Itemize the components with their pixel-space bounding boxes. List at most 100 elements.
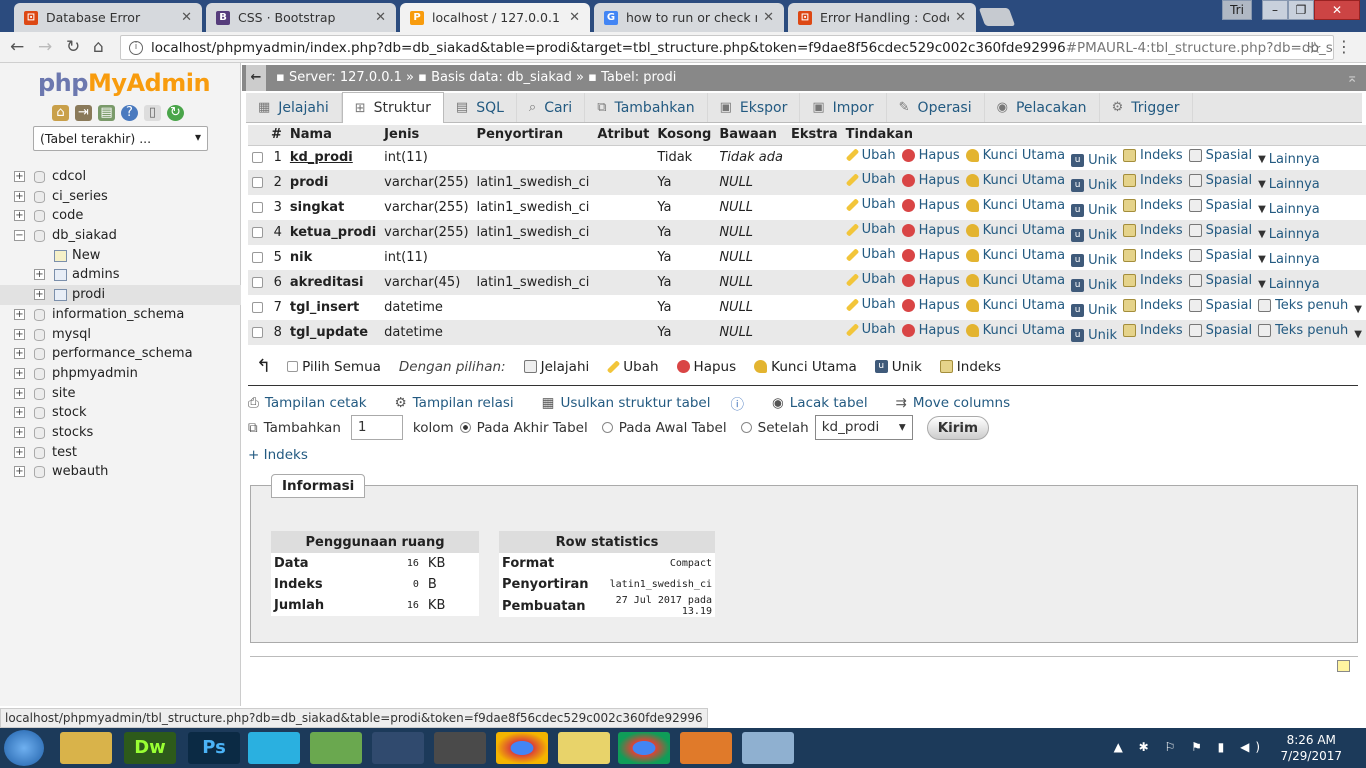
tree-item-admins[interactable]: + admins	[0, 265, 241, 285]
explorer-taskbar-icon[interactable]	[60, 732, 112, 764]
browser-tab-0[interactable]: ⊡ Database Error ✕	[14, 3, 202, 32]
tab-trigger[interactable]: ⚙ Trigger	[1100, 93, 1193, 122]
at-end-radio[interactable]	[459, 422, 471, 433]
unique-button[interactable]: u Unik	[1071, 228, 1117, 243]
spatial-button[interactable]: Spasial	[1188, 323, 1252, 338]
tree-item-site[interactable]: + site	[0, 384, 241, 404]
expand-icon[interactable]: +	[34, 289, 45, 301]
expand-icon[interactable]: +	[14, 328, 25, 340]
select-all[interactable]: Pilih Semua	[287, 359, 381, 375]
track-table-link[interactable]: ◉ Lacak tabel	[772, 393, 882, 413]
row-checkbox[interactable]	[252, 202, 263, 213]
expand-icon[interactable]: +	[14, 426, 25, 438]
tab-cari[interactable]: ⌕ Cari	[517, 93, 586, 122]
tab-impor[interactable]: ▣ Impor	[800, 93, 887, 122]
system-tray[interactable]: ▲ ✱ ⚐ ⚑ ▮ ◀)	[1114, 740, 1266, 754]
tree-item-information-schema[interactable]: + information_schema	[0, 305, 241, 325]
notes-taskbar-icon[interactable]	[558, 732, 610, 764]
more-button[interactable]: ▼Lainnya	[1258, 202, 1320, 217]
menu-icon[interactable]: ⋮	[1336, 37, 1352, 56]
index-button[interactable]: Indeks	[1123, 323, 1183, 338]
tree-item-db-siakad[interactable]: − db_siakad	[0, 226, 241, 246]
start-button[interactable]	[4, 730, 44, 766]
unique-button[interactable]: u Unik	[1071, 278, 1117, 293]
tree-item-mysql[interactable]: + mysql	[0, 325, 241, 345]
tab-operasi[interactable]: ✎ Operasi	[887, 93, 985, 122]
unique-button[interactable]: u Unik	[1071, 153, 1117, 168]
tab-pelacakan[interactable]: ◉ Pelacakan	[985, 93, 1100, 122]
tree-item-test[interactable]: + test	[0, 443, 241, 463]
primary-key-button[interactable]: Kunci Utama	[965, 248, 1065, 263]
index-button[interactable]: Indeks	[1123, 148, 1183, 163]
edit-button[interactable]: Ubah	[845, 172, 896, 187]
bookmark-star-icon[interactable]: ☆	[1308, 38, 1322, 57]
sublime-taskbar-icon[interactable]	[434, 732, 486, 764]
index-button[interactable]: Indeks	[1123, 298, 1183, 313]
primary-key-button[interactable]: Kunci Utama	[965, 273, 1065, 288]
browser-tab-3[interactable]: G how to run or check moc ✕	[594, 3, 784, 32]
recent-tables-select[interactable]: (Tabel terakhir) ...	[33, 126, 208, 151]
forward-icon[interactable]: →	[38, 37, 52, 57]
bulk-drop-button[interactable]: Hapus	[676, 359, 736, 375]
logout-icon[interactable]: ⇥	[75, 105, 92, 121]
index-button[interactable]: Indeks	[1123, 198, 1183, 213]
expand-icon[interactable]: +	[14, 171, 25, 182]
after-radio[interactable]	[740, 422, 752, 433]
edit-button[interactable]: Ubah	[845, 197, 896, 212]
dreamweaver-taskbar-icon[interactable]: Dw	[124, 732, 176, 764]
expand-icon[interactable]: +	[14, 348, 25, 360]
home-icon[interactable]: ⌂	[93, 37, 104, 57]
add-index-link[interactable]: + Indeks	[248, 447, 308, 463]
browser-tab-1[interactable]: B CSS · Bootstrap ✕	[206, 3, 396, 32]
collapse-icon[interactable]: −	[14, 230, 25, 242]
app-taskbar-icon[interactable]	[310, 732, 362, 764]
app-taskbar-icon[interactable]	[248, 732, 300, 764]
drop-button[interactable]: Hapus	[901, 248, 960, 263]
close-icon[interactable]: ✕	[181, 10, 192, 25]
index-button[interactable]: Indeks	[1123, 223, 1183, 238]
more-button[interactable]: ▼Lainnya	[1258, 227, 1320, 242]
column-count-input[interactable]: 1	[350, 415, 403, 440]
edit-button[interactable]: Ubah	[845, 247, 896, 262]
index-button[interactable]: Indeks	[1123, 273, 1183, 288]
index-button[interactable]: Indeks	[1123, 248, 1183, 263]
expand-icon[interactable]: +	[14, 308, 25, 320]
tab-ekspor[interactable]: ▣ Ekspor	[708, 93, 801, 122]
close-icon[interactable]: ✕	[569, 10, 580, 25]
after-column-select[interactable]: kd_prodi	[814, 415, 913, 440]
edit-button[interactable]: Ubah	[845, 272, 896, 287]
tab-jelajahi[interactable]: ▦ Jelajahi	[246, 93, 342, 122]
at-begin-radio[interactable]	[601, 422, 613, 433]
sql-query-icon[interactable]: ▤	[98, 105, 115, 121]
tree-item-stocks[interactable]: + stocks	[0, 423, 241, 443]
unique-button[interactable]: u Unik	[1071, 328, 1117, 343]
paint-taskbar-icon[interactable]	[742, 732, 794, 764]
more-button[interactable]: ▼Lainnya	[1258, 252, 1320, 267]
edit-button[interactable]: Ubah	[845, 322, 896, 337]
index-button[interactable]: Indeks	[1123, 173, 1183, 188]
relation-view-link[interactable]: ⚙ Tampilan relasi	[395, 393, 528, 413]
spatial-button[interactable]: Spasial	[1188, 248, 1252, 263]
breadcrumb-table[interactable]: Tabel: prodi	[601, 70, 676, 85]
row-checkbox[interactable]	[252, 302, 263, 313]
move-columns-link[interactable]: ⇉ Move columns	[896, 393, 1025, 413]
expand-icon[interactable]: +	[14, 367, 25, 379]
print-view-link[interactable]: ⎙ Tampilan cetak	[248, 393, 381, 413]
primary-key-button[interactable]: Kunci Utama	[965, 323, 1065, 338]
browser-tab-2[interactable]: P localhost / 127.0.0.1 / db ✕	[400, 3, 590, 32]
drop-button[interactable]: Hapus	[901, 273, 960, 288]
phpmyadmin-logo[interactable]: phpMyAdmin	[38, 69, 211, 97]
fulltext-button[interactable]: Teks penuh	[1258, 323, 1348, 338]
spatial-button[interactable]: Spasial	[1188, 148, 1252, 163]
bulk-index-button[interactable]: Indeks	[939, 359, 1001, 375]
bulk-browse-button[interactable]: Jelajahi	[523, 359, 589, 375]
row-checkbox[interactable]	[252, 277, 263, 288]
browser-tab-4[interactable]: ⊡ Error Handling : CodeIgn ✕	[788, 3, 976, 32]
row-checkbox[interactable]	[252, 152, 263, 164]
collapse-icon[interactable]: ⌅	[1346, 65, 1358, 91]
drop-button[interactable]: Hapus	[901, 323, 960, 338]
tab-struktur[interactable]: ⊞ Struktur	[341, 92, 444, 123]
chrome-taskbar-icon[interactable]	[618, 732, 670, 764]
tree-item-performance-schema[interactable]: + performance_schema	[0, 344, 241, 364]
photoshop-taskbar-icon[interactable]: Ps	[188, 732, 240, 764]
